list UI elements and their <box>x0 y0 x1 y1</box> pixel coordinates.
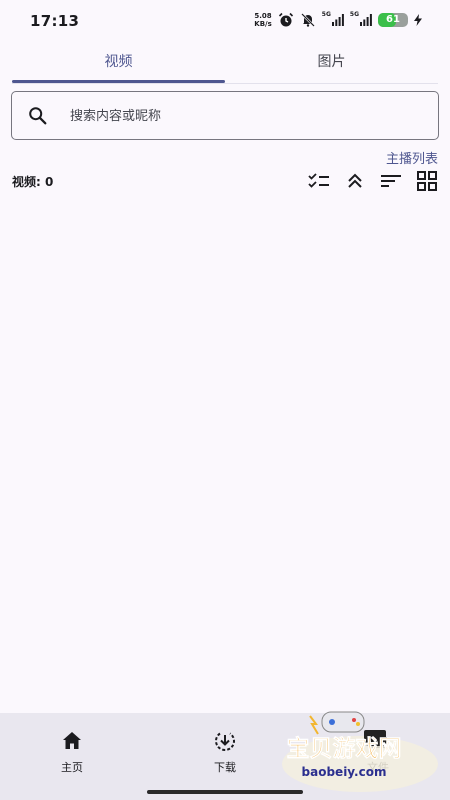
status-time: 17:13 <box>30 12 80 30</box>
tab-bar: 视频 图片 <box>12 44 438 84</box>
grid-view-button[interactable] <box>416 170 438 192</box>
status-icons: 5.08 KB/s 5G 5G 61 <box>254 11 422 28</box>
search-box[interactable] <box>11 91 439 140</box>
net-speed-unit: KB/s <box>254 20 272 28</box>
signal-label-2: 5G <box>349 11 359 18</box>
nav-download[interactable]: 下载 <box>185 729 265 775</box>
streamer-list-link[interactable]: 主播列表 <box>386 148 438 167</box>
tab-video[interactable]: 视频 <box>12 44 225 82</box>
battery-icon: 61 <box>378 13 408 27</box>
sort-icon <box>381 175 401 187</box>
search-icon <box>29 107 47 125</box>
tab-divider <box>12 83 438 84</box>
sort-button[interactable] <box>380 170 402 192</box>
checklist-icon <box>308 173 329 188</box>
signal-icon <box>360 14 372 26</box>
nav-files[interactable]: 文件 <box>338 729 418 775</box>
list-toolbar <box>308 170 438 192</box>
collapse-icon <box>348 173 362 188</box>
alarm-icon <box>278 12 293 27</box>
bottom-nav: 主页 下载 文件 <box>0 713 450 800</box>
net-speed-value: 5.08 <box>254 12 272 20</box>
signal-icon <box>331 14 344 26</box>
signal-label-1: 5G <box>321 11 331 18</box>
nav-download-label: 下载 <box>214 761 236 774</box>
home-indicator[interactable] <box>147 790 303 794</box>
grid-icon <box>417 171 437 191</box>
charging-icon <box>414 14 422 26</box>
download-icon <box>215 732 235 751</box>
nav-home-label: 主页 <box>61 761 83 774</box>
tab-image[interactable]: 图片 <box>225 44 438 82</box>
home-icon <box>63 732 81 749</box>
signal-group-2: 5G <box>349 11 372 26</box>
status-bar: 17:13 5.08 KB/s 5G 5G 61 <box>0 0 450 40</box>
mute-icon <box>300 13 315 27</box>
video-count: 视频: 0 <box>12 175 54 189</box>
battery-text: 61 <box>386 14 400 25</box>
nav-files-label: 文件 <box>367 761 389 774</box>
select-button[interactable] <box>308 170 330 192</box>
search-input[interactable] <box>68 92 432 140</box>
folder-icon <box>369 735 387 748</box>
net-speed: 5.08 KB/s <box>254 12 271 28</box>
collapse-button[interactable] <box>344 170 366 192</box>
nav-home[interactable]: 主页 <box>32 729 112 775</box>
signal-group-1: 5G <box>321 11 344 26</box>
